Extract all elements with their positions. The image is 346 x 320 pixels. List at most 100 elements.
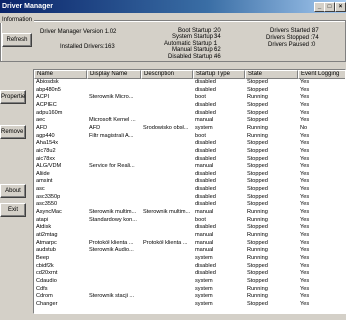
table-row[interactable]: abp480n5 disabled Stopped Yes <box>34 86 345 94</box>
information-group-label: Information <box>0 17 35 23</box>
column-header-description[interactable]: Description <box>141 70 193 79</box>
table-row[interactable]: adpu160m disabled Stopped Yes <box>34 109 345 117</box>
manual-startup-label: Manual Startup : <box>172 47 217 53</box>
table-row[interactable]: Atdisk disabled Stopped Yes <box>34 224 345 231</box>
table-row[interactable]: ALG/VDM Service for Reali... manual Stopped… <box>34 163 345 170</box>
cell-state: Running <box>247 293 268 300</box>
cell-name: ACPIEC <box>36 101 57 108</box>
table-row[interactable]: Changer system Stopped Yes <box>34 300 345 308</box>
version-label: Driver Manager Version 1.02 <box>40 29 117 35</box>
cell-startup-type: system <box>195 285 213 292</box>
cell-event-logging: Yes <box>300 270 310 277</box>
cell-state: Running <box>247 209 268 216</box>
column-header-display-name[interactable]: Display Name <box>87 70 141 79</box>
close-button[interactable]: × <box>335 2 346 12</box>
cell-event-logging: Yes <box>300 86 310 93</box>
cell-description: Sterownik multim... <box>143 209 191 216</box>
table-row[interactable]: Aha154x disabled Stopped Yes <box>34 140 345 147</box>
exit-button[interactable]: Exit <box>0 203 26 217</box>
refresh-button[interactable]: Refresh <box>2 33 32 47</box>
table-row[interactable]: aic78xx disabled Stopped Yes <box>34 156 345 163</box>
table-row[interactable]: Beep system Running Yes <box>34 254 345 262</box>
cell-startup-type: system <box>195 254 213 261</box>
cell-event-logging: Yes <box>300 132 310 139</box>
cell-name: asc3550 <box>36 201 58 208</box>
table-row[interactable]: aec Microsoft Kernel ... manual Stopped Yes <box>34 117 345 124</box>
column-header-startup-type[interactable]: Startup Type <box>193 70 245 79</box>
cell-state: Stopped <box>247 277 268 284</box>
cell-event-logging: Yes <box>300 232 310 238</box>
table-row[interactable]: AsyncMac Sterownik multim... Sterownik mul… <box>34 209 345 216</box>
table-row[interactable]: Aliide disabled Stopped Yes <box>34 171 345 178</box>
cell-state: Stopped <box>247 163 268 170</box>
cell-event-logging: Yes <box>300 262 310 269</box>
cell-event-logging: Yes <box>300 117 310 124</box>
table-row[interactable]: Cdaudio system Stopped Yes <box>34 277 345 285</box>
table-row[interactable]: asc3550 disabled Stopped Yes <box>34 201 345 208</box>
table-header: Name Display Name Description Startup Ty… <box>34 70 345 79</box>
cell-name: Cdrom <box>36 293 53 300</box>
cell-event-logging: Yes <box>300 163 310 170</box>
table-row[interactable]: audstub Sterownik Audio... manual Running Ye… <box>34 247 345 254</box>
about-button[interactable]: About <box>0 184 26 198</box>
cell-name: asc3350p <box>36 193 61 200</box>
column-header-state[interactable]: State <box>245 70 298 79</box>
cell-startup-type: disabled <box>195 140 216 147</box>
drivers-started-label: Drivers Started : <box>270 28 314 34</box>
table-row[interactable]: AFD AFD Środowisko obsł... system Running No <box>34 125 345 132</box>
cell-state: Stopped <box>247 239 268 246</box>
cell-startup-type: boot <box>195 132 206 139</box>
system-startup-label: System Startup : <box>172 34 217 40</box>
cell-name: asc <box>36 186 45 193</box>
table-row[interactable]: ACPIEC disabled Stopped Yes <box>34 101 345 109</box>
cell-event-logging: Yes <box>300 79 310 85</box>
cell-event-logging: Yes <box>300 209 310 216</box>
table-row[interactable]: amsint disabled Stopped Yes <box>34 178 345 185</box>
cell-startup-type: disabled <box>195 224 216 231</box>
cell-state: Stopped <box>247 270 268 277</box>
table-row[interactable]: Atmarpc Protokół klienta ... Protokół klie… <box>34 239 345 247</box>
table-row[interactable]: cd20xrnt disabled Stopped Yes <box>34 270 345 277</box>
cell-state: Stopped <box>247 109 268 116</box>
drivers-paused-value: 0 <box>312 42 316 48</box>
cell-state: Running <box>247 132 268 139</box>
column-header-name[interactable]: Name <box>34 70 87 79</box>
cell-startup-type: manual <box>195 209 214 216</box>
table-row[interactable]: Cdfs system Running Yes <box>34 285 345 293</box>
cell-display-name: Sterownik Micro... <box>89 94 134 101</box>
cell-event-logging: Yes <box>300 277 310 284</box>
cell-startup-type: disabled <box>195 101 216 108</box>
table-row[interactable]: asc disabled Stopped Yes <box>34 186 345 193</box>
cell-startup-type: boot <box>195 94 206 101</box>
column-header-event-logging[interactable]: Event Logging <box>298 70 345 79</box>
table-row[interactable]: ati2mtag manual Running Yes <box>34 232 345 239</box>
table-row[interactable]: Abiosdsk disabled Stopped Yes <box>34 79 345 86</box>
cell-display-name: Standardowy kon... <box>89 216 137 223</box>
table-row[interactable]: ACPI Sterownik Micro... boot Running Yes <box>34 94 345 101</box>
cell-name: Cdfs <box>36 285 48 292</box>
cell-name: ALG/VDM <box>36 163 62 170</box>
table-row[interactable]: atapi Standardowy kon... boot Running Yes <box>34 216 345 224</box>
maximize-button[interactable]: □ <box>324 2 335 12</box>
cell-name: Changer <box>36 300 58 307</box>
cell-name: aec <box>36 117 46 124</box>
cell-state: Stopped <box>247 147 268 154</box>
table-row[interactable]: asc3350p disabled Stopped Yes <box>34 193 345 201</box>
cell-startup-type: disabled <box>195 147 216 154</box>
cell-event-logging: Yes <box>300 216 310 223</box>
table-row[interactable]: Cdrom Sterownik stacji ... system Running Ye… <box>34 293 345 300</box>
remove-button[interactable]: Remove <box>0 125 26 139</box>
cell-name: Abiosdsk <box>36 79 59 85</box>
table-row[interactable]: agp440 Filtr magistrali A... boot Running Ye… <box>34 132 345 140</box>
drivers-table[interactable]: Name Display Name Description Startup Ty… <box>33 69 346 314</box>
table-row[interactable]: cbidf2k disabled Stopped Yes <box>34 262 345 270</box>
cell-event-logging: Yes <box>300 140 310 147</box>
cell-startup-type: manual <box>195 239 214 246</box>
cell-name: AsyncMac <box>36 209 62 216</box>
properties-button[interactable]: Properties <box>0 90 26 104</box>
cell-name: Atdisk <box>36 224 52 231</box>
cell-description: Protokół klienta ... <box>143 239 188 246</box>
cell-startup-type: manual <box>195 247 214 254</box>
cell-state: Stopped <box>247 86 268 93</box>
table-row[interactable]: aic78u2 disabled Stopped Yes <box>34 147 345 155</box>
